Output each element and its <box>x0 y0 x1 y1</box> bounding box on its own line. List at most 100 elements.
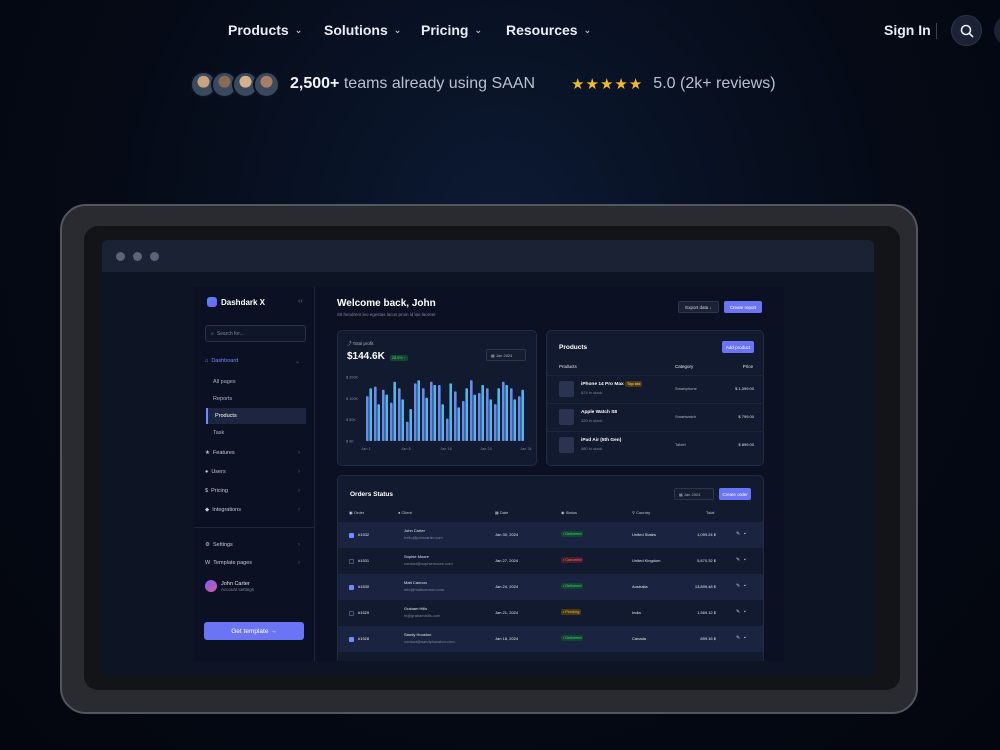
product-stock: 524 in stock <box>581 390 603 395</box>
chart-bar <box>497 388 500 441</box>
orders-date-select[interactable]: ▦ Jan 2024 <box>674 488 714 500</box>
chart-bar <box>377 404 380 441</box>
get-template-button[interactable]: Get template → <box>204 622 304 640</box>
nav-pricing[interactable]: Pricing ⌄ <box>421 22 482 38</box>
checkbox-icon[interactable]: ▣ <box>349 510 353 515</box>
table-row[interactable]: #1528 Sandy Houston contact@sandyhouston.c… <box>338 626 763 652</box>
avatar <box>253 70 280 98</box>
account-menu[interactable]: John Carter Account settings <box>205 580 254 592</box>
order-id: #1529 <box>358 610 370 615</box>
order-id: #1532 <box>358 532 370 537</box>
sidebar-sub-products[interactable]: Products <box>206 408 306 424</box>
product-category: Smartwatch <box>675 414 697 419</box>
product-row[interactable]: iPhone 14 Pro Max Top bid 524 in stock S… <box>547 375 764 401</box>
product-category: Tablet <box>675 442 686 447</box>
sidebar-label: Pricing <box>211 488 228 494</box>
nav-products[interactable]: Products ⌄ <box>228 22 302 38</box>
sidebar-item-settings[interactable]: ⚙ Settings › <box>205 542 306 548</box>
edit-icon[interactable]: ✎ <box>736 557 740 563</box>
product-row[interactable]: iPad Air (5th Gen) 480 in stock Tablet $… <box>547 431 764 457</box>
chart-bar <box>473 394 476 441</box>
client-email: contact@sophiemoore.com <box>404 561 453 566</box>
search-placeholder: Search for... <box>216 330 244 337</box>
chevron-right-icon: › <box>298 488 300 494</box>
sidebar-label: Features <box>212 450 235 456</box>
trash-icon[interactable]: ▪ <box>744 635 746 641</box>
sidebar-sub-task[interactable]: Task <box>206 425 306 441</box>
chart-bar <box>457 407 460 441</box>
table-row[interactable]: #1531 Sophie Moore contact@sophiemoore.com… <box>338 548 763 574</box>
client-email: info@mattcannon.com <box>404 587 445 592</box>
chevron-right-icon: › <box>298 469 300 475</box>
sidebar-item-integrations[interactable]: ◆ Integrations › <box>205 507 306 513</box>
client-name: John Carter <box>404 528 425 533</box>
chevron-right-icon: › <box>298 450 300 456</box>
trash-icon[interactable]: ▪ <box>744 583 746 589</box>
status-text: Canceled <box>565 558 582 562</box>
sidebar-item-features[interactable]: ★ Features › <box>205 450 306 456</box>
status-badge: • Pending <box>561 609 582 615</box>
trash-icon[interactable]: ▪ <box>744 609 746 615</box>
page-subtitle: Sit hendrerit leo egestas lacus proin id… <box>337 312 436 317</box>
sidebar-item-pricing[interactable]: $ Pricing › <box>205 488 306 494</box>
sidebar-sub-all-pages[interactable]: All pages <box>206 374 306 390</box>
order-date: Jan 18, 2024 <box>495 636 519 641</box>
gear-icon: ⚙ <box>205 542 210 548</box>
sidebar-label: Users <box>211 469 226 475</box>
search-button[interactable] <box>951 15 982 46</box>
edit-icon[interactable]: ✎ <box>736 609 740 615</box>
client-email: hello@johncarter.com <box>404 535 443 540</box>
sidebar-sub-reports[interactable]: Reports <box>206 391 306 407</box>
order-id: #1528 <box>358 636 370 641</box>
menu-button[interactable] <box>994 15 1000 46</box>
order-country: Canada <box>632 636 647 641</box>
sidebar-item-template-pages[interactable]: W Template pages › <box>205 560 306 566</box>
chart-bar <box>446 418 449 441</box>
row-checkbox[interactable] <box>349 637 354 642</box>
chart-bar <box>366 396 369 441</box>
chart-bar <box>374 386 377 441</box>
row-checkbox[interactable] <box>349 585 354 590</box>
table-row[interactable]: #1530 Matt Cannon info@mattcannon.com Jan 2… <box>338 574 763 600</box>
export-data-button[interactable]: Export data ↓ <box>678 301 719 313</box>
sidebar-item-dashboard[interactable]: ⌂ Dashboard ⌄ <box>205 358 306 365</box>
y-tick-label: $ 100K <box>346 397 359 401</box>
column-header-date: ▦ Date <box>495 510 508 515</box>
table-row[interactable]: #1529 Graham Hills hi@grahamhills.com Jan 2… <box>338 600 763 626</box>
row-checkbox[interactable] <box>349 559 354 564</box>
create-order-button[interactable]: Create order <box>719 488 751 500</box>
order-total: $ 1,099.24 <box>697 532 716 537</box>
search-input[interactable]: ⌕ Search for... <box>205 325 306 342</box>
chart-bar <box>422 388 425 441</box>
column-header-total: Total <box>706 510 715 515</box>
sign-in-link[interactable]: Sign In <box>884 22 931 38</box>
order-country: United Kingdom <box>632 558 661 563</box>
product-category: Smartphone <box>675 386 697 391</box>
row-checkbox[interactable] <box>349 611 354 616</box>
row-checkbox[interactable] <box>349 533 354 538</box>
column-header: Price <box>742 364 753 369</box>
order-date: Jan 30, 2024 <box>495 532 519 537</box>
add-product-button[interactable]: Add product <box>722 341 754 353</box>
product-row[interactable]: Apple Watch S8 320 in stock Smartwatch $… <box>547 403 764 429</box>
create-report-button[interactable]: Create report <box>724 301 762 313</box>
chart-bar <box>401 399 404 441</box>
client-email: hi@grahamhills.com <box>404 613 441 618</box>
chart-bar <box>513 399 516 441</box>
teams-count: 2,500+ <box>290 75 340 92</box>
chart-bar <box>489 399 492 441</box>
trash-icon[interactable]: ▪ <box>744 557 746 563</box>
collapse-icon[interactable]: ‹‹ <box>298 298 303 305</box>
trash-icon[interactable]: ▪ <box>744 531 746 537</box>
nav-solutions[interactable]: Solutions ⌄ <box>324 22 401 38</box>
avatar-group <box>190 70 280 98</box>
edit-icon[interactable]: ✎ <box>736 635 740 641</box>
sidebar-item-users[interactable]: ● Users › <box>205 469 306 475</box>
nav-resources[interactable]: Resources ⌄ <box>506 22 591 38</box>
top-nav: Products ⌄ Solutions ⌄ Pricing ⌄ Resources ⌄… <box>0 0 1000 62</box>
edit-icon[interactable]: ✎ <box>736 531 740 537</box>
table-row[interactable]: #1532 John Carter hello@johncarter.com Jan … <box>338 522 763 548</box>
edit-icon[interactable]: ✎ <box>736 583 740 589</box>
x-tick-label: Jan 8 <box>401 447 410 451</box>
column-header: Category <box>675 364 694 369</box>
